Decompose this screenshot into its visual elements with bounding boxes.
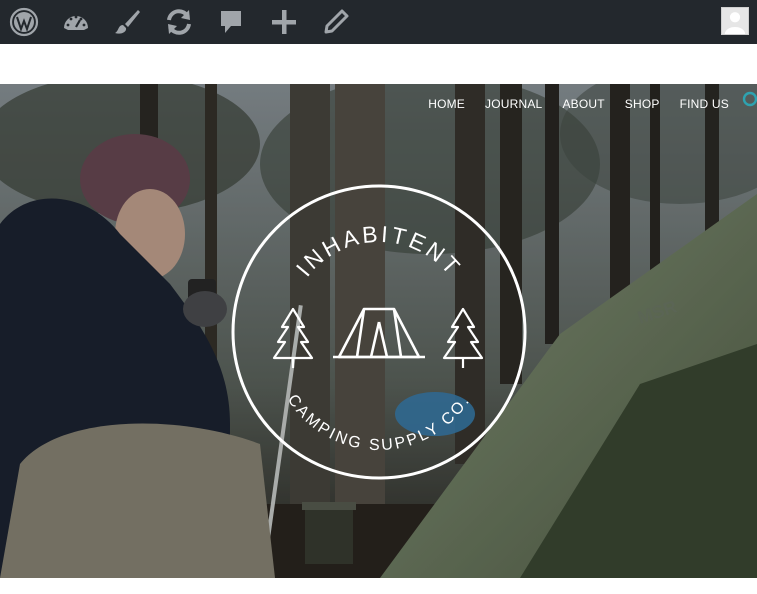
updates-refresh-icon[interactable]: [163, 6, 195, 38]
hero-banner: MSR HOME JOURNAL ABOUT SHOP FIND US INHA…: [0, 84, 757, 578]
brand-top-text: INHABITENT: [291, 221, 467, 282]
comments-icon[interactable]: [215, 6, 247, 38]
wordpress-logo-icon[interactable]: [8, 6, 40, 38]
brand-bottom-text: CAMPING SUPPLY CO.: [284, 392, 474, 455]
nav-item-shop[interactable]: SHOP: [625, 97, 660, 111]
edit-pencil-icon[interactable]: [320, 6, 352, 38]
main-nav: HOME JOURNAL ABOUT SHOP FIND US: [408, 97, 729, 111]
nav-item-home[interactable]: HOME: [428, 97, 465, 111]
customize-brush-icon[interactable]: [111, 6, 143, 38]
tent-icon: [333, 307, 425, 359]
dashboard-icon[interactable]: [60, 6, 92, 38]
pine-tree-icon: [272, 307, 314, 368]
brand-logo: INHABITENT CAMPING SUPPLY CO.: [231, 184, 527, 480]
user-avatar-icon[interactable]: [721, 7, 749, 35]
admin-bar: [0, 0, 757, 44]
nav-item-about[interactable]: ABOUT: [562, 97, 604, 111]
new-content-plus-icon[interactable]: [268, 6, 300, 38]
nav-item-journal[interactable]: JOURNAL: [485, 97, 542, 111]
search-icon[interactable]: [741, 90, 757, 108]
nav-item-find-us[interactable]: FIND US: [680, 97, 729, 111]
pine-tree-icon: [442, 307, 484, 368]
